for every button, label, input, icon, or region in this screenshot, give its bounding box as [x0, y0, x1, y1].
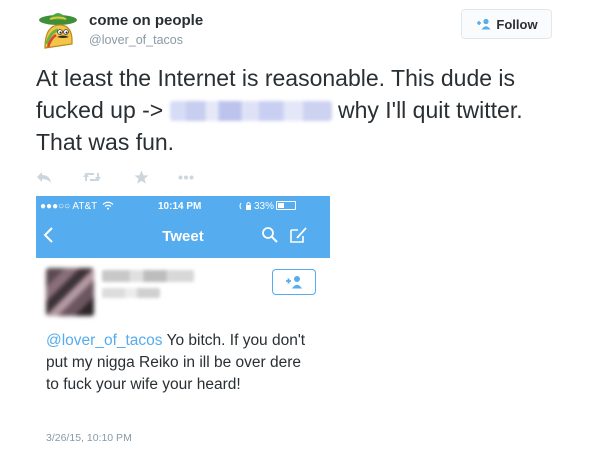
wifi-icon: [102, 201, 114, 210]
battery-percent: 33%: [254, 201, 275, 212]
follow-button[interactable]: Follow: [461, 9, 552, 39]
mention-link[interactable]: @lover_of_tacos: [46, 332, 163, 349]
more-button[interactable]: [178, 175, 194, 180]
blurred-avatar[interactable]: [46, 268, 94, 316]
search-icon: [262, 227, 278, 243]
retweet-button[interactable]: [82, 170, 102, 184]
more-icon: [178, 175, 194, 180]
favorite-button[interactable]: [134, 170, 149, 185]
status-battery: 33%: [254, 201, 297, 212]
compose-button[interactable]: [289, 226, 309, 249]
phone-nav-bar: Tweet: [36, 216, 330, 258]
quoted-tweet-timestamp: 3/26/15, 10:10 PM: [46, 432, 132, 444]
follow-button-label: Follow: [496, 16, 538, 32]
reply-button[interactable]: [36, 170, 52, 184]
embedded-screenshot[interactable]: ●●●○○ AT&T 10:14 PM 33% Tweet @lover_of_…: [36, 196, 330, 454]
retweet-icon: [83, 173, 101, 181]
taco-cartoon-icon: [39, 13, 77, 49]
search-button[interactable]: [261, 226, 279, 249]
tweet-text: At least the Internet is reasonable. Thi…: [36, 62, 556, 158]
alarm-lock-icon: [239, 202, 251, 210]
status-time: 10:14 PM: [158, 201, 202, 212]
star-icon: [134, 170, 149, 184]
blurred-link[interactable]: [169, 101, 332, 121]
author-display-name[interactable]: come on people: [89, 12, 203, 29]
quoted-tweet-text: @lover_of_tacos Yo bitch. If you don't p…: [46, 330, 316, 396]
add-user-icon: [477, 18, 491, 30]
compose-icon: [290, 227, 307, 243]
taco-avatar[interactable]: [36, 8, 80, 52]
inner-follow-button[interactable]: [272, 269, 316, 295]
blurred-handle: [102, 288, 160, 298]
blurred-display-name: [102, 270, 194, 282]
add-user-icon: [286, 276, 302, 289]
phone-status-bar: ●●●○○ AT&T 10:14 PM 33%: [36, 196, 330, 216]
battery-icon: [276, 201, 297, 210]
nav-title: Tweet: [162, 228, 204, 245]
status-carrier: ●●●○○ AT&T: [40, 201, 98, 212]
author-handle[interactable]: @lover_of_tacos: [89, 33, 183, 47]
reply-icon: [37, 172, 51, 183]
